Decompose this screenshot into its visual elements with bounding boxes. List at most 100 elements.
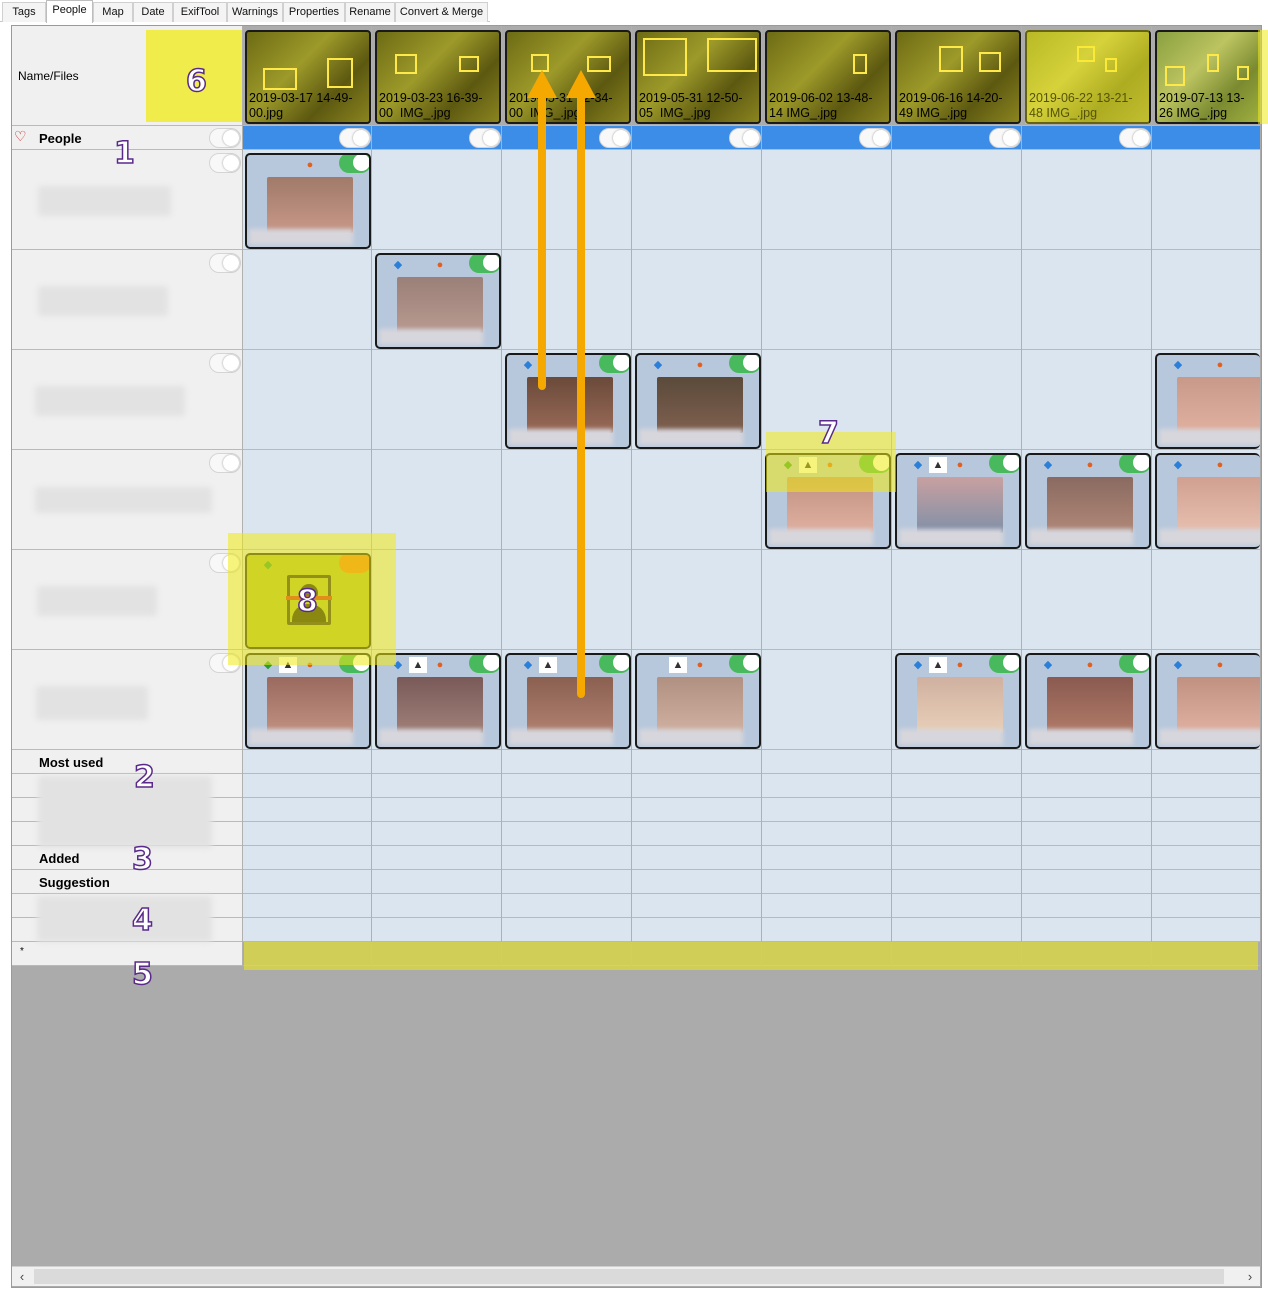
tab-date[interactable]: Date	[133, 2, 173, 22]
face-cell[interactable]: ◆ ●	[635, 353, 761, 449]
file-thumbnail[interactable]: 2019-06-16 14-20- 49 IMG_.jpg	[895, 30, 1021, 124]
face-cell[interactable]: ◆ ●	[1155, 353, 1260, 449]
face-cell[interactable]: ◆ ●	[375, 253, 501, 349]
exiftool-icon: ●	[696, 359, 704, 371]
row-divider	[12, 749, 1260, 750]
group-toggle[interactable]	[209, 128, 241, 148]
exiftool-icon: ●	[436, 659, 444, 671]
face-toggle[interactable]	[989, 455, 1019, 473]
file-thumbnail[interactable]: 2019-03-23 16-39- 00 IMG_.jpg	[375, 30, 501, 124]
tab-map[interactable]: Map	[93, 2, 133, 22]
face-cell[interactable]: ◆ ●	[1155, 653, 1260, 749]
file-thumbnail[interactable]: 2019-05-31 12-50- 05 IMG_.jpg	[635, 30, 761, 124]
tab-properties[interactable]: Properties	[283, 2, 345, 22]
face-region-icon	[327, 58, 353, 88]
face-cell[interactable]: ◆ ●	[1155, 453, 1260, 549]
column-group-toggle[interactable]	[989, 128, 1021, 148]
highlight-edge	[1258, 30, 1268, 124]
tab-exiftool[interactable]: ExifTool	[173, 2, 227, 22]
diamond-icon: ◆	[1173, 459, 1183, 471]
row-divider	[12, 893, 1260, 894]
tab-rename[interactable]: Rename	[345, 2, 395, 22]
picture-icon: ▲	[669, 657, 687, 673]
face-toggle[interactable]	[729, 355, 759, 373]
scroll-right-icon[interactable]: ›	[1240, 1267, 1260, 1286]
face-region-icon	[459, 56, 479, 72]
exiftool-icon: ●	[1086, 459, 1094, 471]
face-cell[interactable]: ◆ ▲ ●	[375, 653, 501, 749]
face-region-icon	[395, 54, 417, 74]
face-cell[interactable]: ◆ ▲ ●	[895, 453, 1021, 549]
diamond-icon: ◆	[393, 259, 403, 271]
new-row-marker[interactable]: *	[20, 946, 24, 957]
person-name-blurred[interactable]	[35, 386, 185, 416]
col-divider	[891, 26, 892, 966]
file-thumbnail[interactable]: 2019-07-13 13- 26 IMG_.jpg	[1155, 30, 1260, 124]
face-cell[interactable]: ◆ ▲ ●	[245, 653, 371, 749]
tab-warnings[interactable]: Warnings	[227, 2, 283, 22]
person-name-blurred[interactable]	[35, 487, 212, 513]
column-group-toggle[interactable]	[599, 128, 631, 148]
face-cell[interactable]: ◆ ●	[1025, 653, 1151, 749]
col-divider	[501, 26, 502, 966]
callout-8: 8	[296, 583, 318, 620]
scroll-thumb[interactable]	[34, 1269, 1224, 1284]
face-cell[interactable]: ▲ ●	[635, 653, 761, 749]
tab-convert-merge[interactable]: Convert & Merge	[395, 2, 488, 22]
tab-tags[interactable]: Tags	[2, 2, 46, 22]
row-toggle[interactable]	[209, 253, 241, 273]
callout-3: 3	[131, 841, 153, 878]
face-region-icon	[979, 52, 1001, 72]
column-group-toggle[interactable]	[339, 128, 371, 148]
callout-1: 1	[113, 135, 135, 172]
face-cell[interactable]: ◆ ▲ ●	[895, 653, 1021, 749]
horizontal-scrollbar[interactable]: ‹ ›	[12, 1266, 1260, 1286]
row-toggle[interactable]	[209, 153, 241, 173]
scroll-left-icon[interactable]: ‹	[12, 1267, 32, 1286]
exiftool-icon: ●	[306, 159, 314, 171]
person-name-blurred[interactable]	[38, 186, 171, 216]
column-group-toggle[interactable]	[729, 128, 761, 148]
column-group-toggle[interactable]	[469, 128, 501, 148]
face-toggle[interactable]	[339, 155, 369, 173]
row-divider	[12, 773, 1260, 774]
face-toggle[interactable]	[469, 255, 499, 273]
person-name-blurred[interactable]	[37, 586, 157, 616]
exiftool-icon: ●	[1216, 359, 1224, 371]
face-toggle[interactable]	[1119, 455, 1149, 473]
file-name: 2019-05-31 12-34- 00 IMG_.jpg	[509, 91, 613, 120]
person-name-blurred[interactable]	[36, 686, 148, 720]
most-used-names-blurred[interactable]	[38, 776, 212, 848]
file-thumbnail[interactable]: 2019-03-17 14-49- 00.jpg	[245, 30, 371, 124]
diamond-icon: ◆	[523, 359, 533, 371]
face-toggle[interactable]	[729, 655, 759, 673]
row-toggle[interactable]	[209, 453, 241, 473]
face-cell[interactable]: ●	[245, 153, 371, 249]
exiftool-icon: ●	[956, 659, 964, 671]
face-toggle[interactable]	[989, 655, 1019, 673]
face-toggle[interactable]	[599, 655, 629, 673]
row-divider	[12, 149, 1260, 150]
person-name-blurred[interactable]	[38, 286, 168, 316]
face-toggle[interactable]	[1119, 655, 1149, 673]
diamond-icon: ◆	[653, 359, 663, 371]
face-toggle[interactable]	[469, 655, 499, 673]
exiftool-icon: ●	[1216, 659, 1224, 671]
face-cell[interactable]: ◆	[505, 353, 631, 449]
lower-rows-area	[242, 750, 1260, 942]
column-group-toggle[interactable]	[1119, 128, 1151, 148]
column-group-toggle[interactable]	[859, 128, 891, 148]
callout-6: 6	[185, 63, 207, 100]
face-toggle[interactable]	[599, 355, 629, 373]
face-cell[interactable]: ◆ ▲	[505, 653, 631, 749]
tab-people[interactable]: People	[46, 0, 93, 23]
diamond-icon: ◆	[1043, 659, 1053, 671]
callout-5: 5	[131, 956, 153, 993]
row-toggle[interactable]	[209, 353, 241, 373]
face-cell[interactable]: ◆ ●	[1025, 453, 1151, 549]
file-thumbnail[interactable]: 2019-06-02 13-48- 14 IMG_.jpg	[765, 30, 891, 124]
face-region-icon	[1207, 54, 1219, 72]
suggestion-names-blurred[interactable]	[37, 896, 212, 942]
picture-icon: ▲	[929, 657, 947, 673]
file-name: 2019-06-02 13-48- 14 IMG_.jpg	[769, 91, 873, 120]
